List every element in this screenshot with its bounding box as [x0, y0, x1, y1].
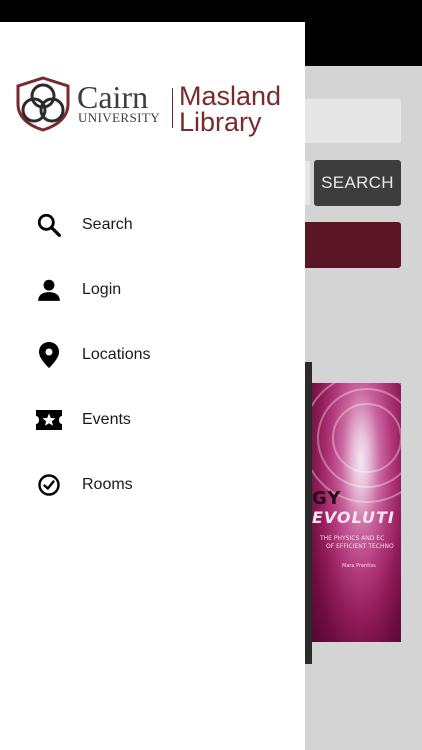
drawer-menu: Search Login Locations Events Rooms [0, 192, 305, 517]
menu-item-label: Rooms [82, 475, 133, 493]
navigation-drawer: Cairn UNIVERSITY Masland Library Search … [0, 22, 305, 750]
menu-item-locations[interactable]: Locations [0, 322, 305, 387]
logo-university-text: UNIVERSITY [78, 110, 160, 125]
cover-subtitle-line2: OF EFFICIENT TECHNO [326, 543, 394, 550]
menu-item-label: Events [82, 410, 131, 428]
cover-title-line1: GY [312, 488, 342, 509]
cover-author: Mara Prentiss [342, 563, 376, 569]
menu-item-events[interactable]: Events [0, 387, 305, 452]
cover-swirl [312, 383, 401, 503]
logo-cairn-text: Cairn [77, 79, 149, 115]
menu-item-search[interactable]: Search [0, 192, 305, 257]
menu-item-label: Login [82, 280, 122, 298]
search-field[interactable] [290, 99, 401, 143]
action-button[interactable] [290, 222, 401, 268]
cover-subtitle-line1: THE PHYSICS AND EC [320, 535, 385, 542]
library-logo: Cairn UNIVERSITY Masland Library [12, 72, 297, 137]
logo-divider [172, 88, 173, 128]
book-cover[interactable]: GY EVOLUTI THE PHYSICS AND EC OF EFFICIE… [312, 383, 401, 642]
person-icon [35, 276, 63, 304]
location-pin-icon [35, 341, 63, 369]
search-icon [35, 211, 63, 239]
search-button[interactable]: SEARCH [314, 160, 401, 206]
menu-item-login[interactable]: Login [0, 257, 305, 322]
ticket-star-icon [35, 406, 63, 434]
cairn-emblem-icon [16, 76, 70, 132]
cover-title-line2: EVOLUTI [312, 508, 395, 527]
menu-item-label: Locations [82, 345, 151, 363]
menu-item-label: Search [82, 215, 133, 233]
logo-masland-text: Masland [179, 81, 282, 111]
clock-check-icon [35, 471, 63, 499]
logo-library-text: Library [179, 107, 262, 137]
menu-item-rooms[interactable]: Rooms [0, 452, 305, 517]
